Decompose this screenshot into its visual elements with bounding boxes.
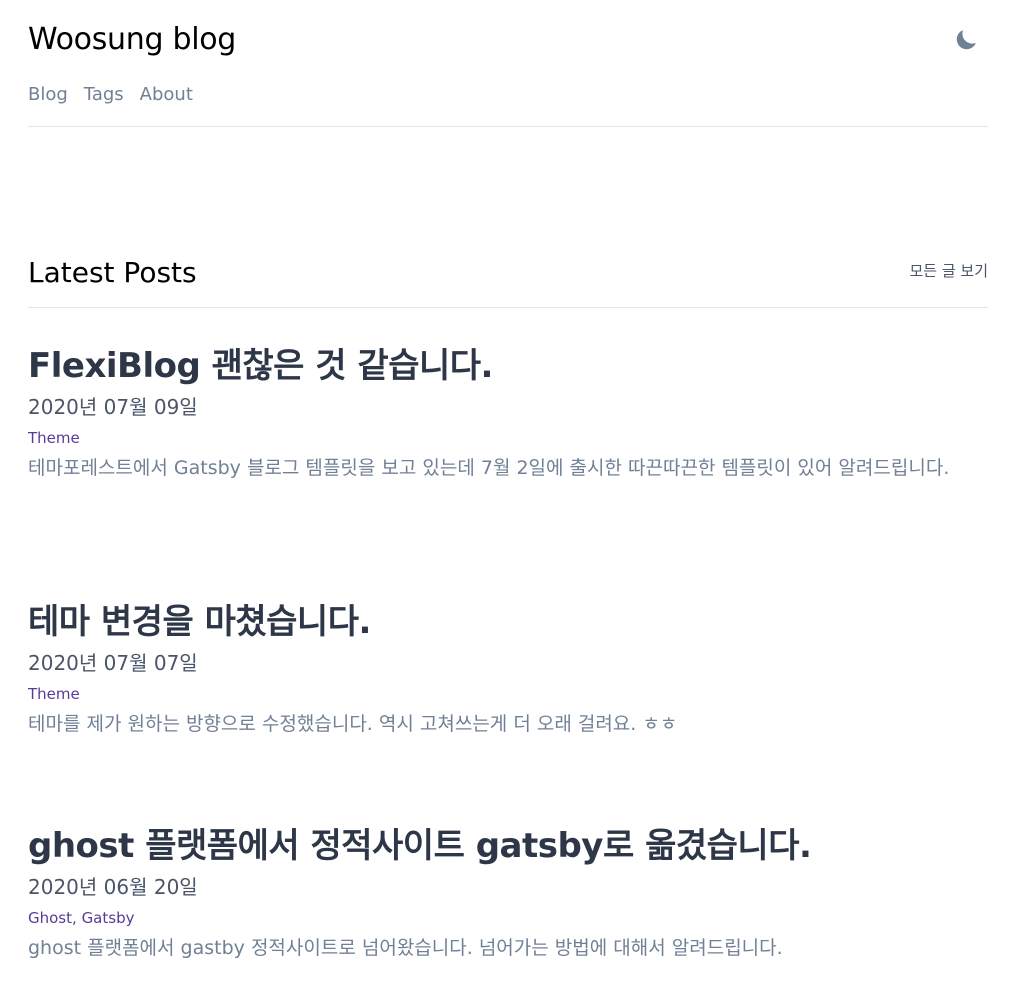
page-container: Woosung blog Blog Tags About Latest Post… bbox=[28, 0, 988, 959]
post-title-link[interactable]: ghost 플랫폼에서 정적사이트 gatsby로 옮겼습니다. bbox=[28, 824, 988, 868]
post-tag-link[interactable]: Gatsby bbox=[82, 909, 135, 927]
tag-separator: , bbox=[72, 909, 82, 927]
nav-item-about[interactable]: About bbox=[140, 83, 193, 107]
post-date: 2020년 07월 09일 bbox=[28, 395, 198, 419]
latest-posts-title: Latest Posts bbox=[28, 256, 197, 289]
post-tags: Ghost, Gatsby bbox=[28, 908, 988, 928]
moon-icon bbox=[956, 30, 976, 50]
post-date: 2020년 07월 07일 bbox=[28, 651, 198, 675]
post-tag-link[interactable]: Theme bbox=[28, 685, 80, 703]
post-item: ghost 플랫폼에서 정적사이트 gatsby로 옮겼습니다. 2020년 0… bbox=[28, 824, 988, 964]
post-date: 2020년 06월 20일 bbox=[28, 875, 198, 899]
post-excerpt: ghost 플랫폼에서 gastby 정적사이트로 넘어왔습니다. 넘어가는 방… bbox=[28, 937, 783, 959]
post-tag-link[interactable]: Theme bbox=[28, 429, 80, 447]
post-tags: Theme bbox=[28, 684, 988, 704]
view-all-posts-link[interactable]: 모든 글 보기 bbox=[909, 261, 988, 281]
post-tags: Theme bbox=[28, 428, 988, 448]
nav-item-blog[interactable]: Blog bbox=[28, 83, 68, 107]
post-item: FlexiBlog 괜찮은 것 같습니다. 2020년 07월 09일 Them… bbox=[28, 344, 988, 484]
post-title-link[interactable]: 테마 변경을 마쳤습니다. bbox=[28, 600, 988, 644]
nav-item-tags[interactable]: Tags bbox=[84, 83, 124, 107]
post-excerpt: 테마를 제가 원하는 방향으로 수정했습니다. 역시 고쳐쓰는게 더 오래 걸려… bbox=[28, 713, 678, 735]
post-title-link[interactable]: FlexiBlog 괜찮은 것 같습니다. bbox=[28, 344, 988, 388]
post-item: 테마 변경을 마쳤습니다. 2020년 07월 07일 Theme 테마를 제가… bbox=[28, 600, 988, 740]
site-title-link[interactable]: Woosung blog bbox=[28, 22, 236, 58]
post-tag-link[interactable]: Ghost bbox=[28, 909, 72, 927]
latest-posts-header: Latest Posts 모든 글 보기 bbox=[28, 252, 988, 308]
main-nav: Blog Tags About bbox=[28, 83, 193, 107]
post-excerpt: 테마포레스트에서 Gatsby 블로그 템플릿을 보고 있는데 7월 2일에 출… bbox=[28, 457, 950, 479]
theme-toggle-button[interactable] bbox=[952, 26, 980, 54]
site-header: Woosung blog Blog Tags About bbox=[28, 0, 988, 127]
